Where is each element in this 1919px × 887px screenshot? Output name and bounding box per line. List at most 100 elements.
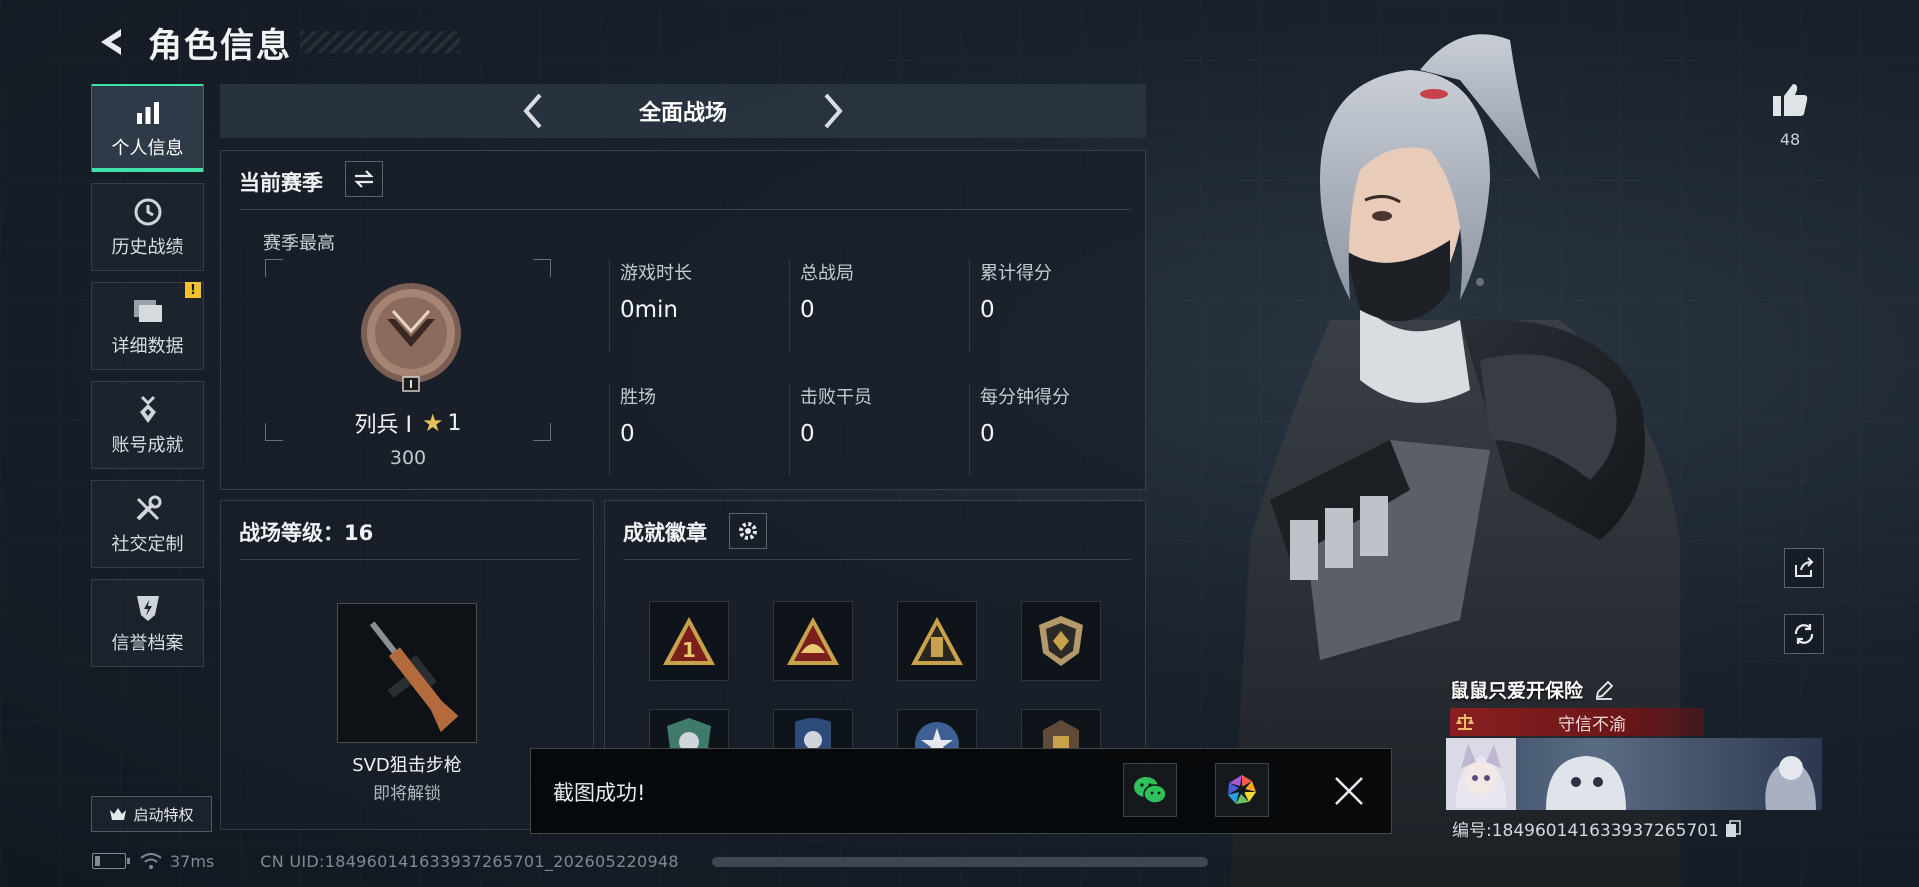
launch-privilege-button[interactable]: 启动特权	[91, 796, 212, 832]
wing-shield-icon	[667, 718, 711, 748]
share-moments-button[interactable]	[1215, 763, 1269, 817]
sidebar-item-achievements[interactable]: 账号成就	[91, 381, 204, 469]
ghost-illustration	[1546, 756, 1816, 810]
gate-emblem-icon	[1043, 720, 1079, 748]
achievements-heading: 成就徽章	[623, 521, 707, 545]
screenshot-toast: 截图成功!	[530, 748, 1392, 834]
weapon-unlock-card[interactable]	[337, 603, 477, 743]
share-wechat-button[interactable]	[1123, 763, 1177, 817]
horizontal-scrollbar[interactable]	[712, 857, 1208, 867]
tower-triangle-icon	[911, 617, 963, 665]
achievement-badge[interactable]: 1	[649, 601, 729, 681]
sidebar-item-social[interactable]: 社交定制	[91, 480, 204, 568]
alert-badge: !	[185, 282, 201, 298]
copy-icon[interactable]	[1725, 819, 1741, 838]
sidebar-item-detailed-data[interactable]: ! 详细数据	[91, 282, 204, 370]
wifi-icon	[140, 853, 162, 869]
star-emblem-icon	[915, 722, 959, 748]
achievement-badge[interactable]	[1021, 601, 1101, 681]
uid-text: CN UID:18496014163393726570­1_2026052209…	[260, 851, 679, 871]
battlefield-level-heading: 战场等级：16	[239, 521, 374, 545]
ping-value: 37ms	[170, 851, 215, 871]
divider	[623, 559, 1131, 560]
stat-label: 累计得分	[980, 263, 1052, 284]
season-best-label: 赛季最高	[263, 233, 335, 254]
stat-label: 游戏时长	[620, 263, 692, 284]
stat-value: 0min	[620, 297, 679, 323]
divider	[239, 559, 579, 560]
credit-badge: 守信不渝	[1450, 708, 1704, 736]
player-name-row: 鼠鼠只爱开保险	[1450, 676, 1615, 703]
like-button[interactable]	[1768, 78, 1812, 122]
achievement-badge[interactable]	[649, 709, 729, 749]
sniper-rifle-icon	[369, 621, 459, 733]
sidebar-item-label: 信誉档案	[111, 633, 184, 654]
season-panel: 当前赛季 赛季最高 列兵 Ⅰ ★ 1 300 游戏时长 0min 总战局 0 累…	[220, 150, 1146, 490]
season-switch-button[interactable]	[345, 161, 383, 197]
page-title: 角色信息	[148, 25, 292, 66]
stat-play-time: 游戏时长 0min	[609, 259, 779, 351]
stat-total-matches: 总战局 0	[789, 259, 959, 351]
sidebar-item-label: 社交定制	[111, 534, 184, 555]
achievement-badge[interactable]	[1021, 709, 1101, 749]
title-decoration	[300, 31, 460, 53]
star-icon: ★	[421, 409, 444, 437]
avatar[interactable]	[1446, 738, 1516, 810]
moments-icon	[1228, 775, 1256, 804]
back-button[interactable]	[90, 20, 134, 64]
wechat-icon	[1134, 777, 1167, 804]
rank-points: 300	[389, 447, 427, 469]
stat-total-score: 累计得分 0	[969, 259, 1139, 351]
badge-settings-button[interactable]	[729, 513, 767, 549]
refresh-button[interactable]	[1784, 614, 1824, 654]
sidebar-item-credit[interactable]: 信誉档案	[91, 579, 204, 667]
sidebar-item-label: 账号成就	[111, 435, 184, 456]
like-count: 48	[1779, 130, 1801, 149]
sidebar-item-personal-info[interactable]: 个人信息	[91, 84, 204, 172]
sidebar-item-history[interactable]: 历史战绩	[91, 183, 204, 271]
stat-score-per-minute: 每分钟得分 0	[969, 383, 1139, 475]
sidebar-item-label: 历史战绩	[111, 237, 184, 258]
avatar-image-icon	[1455, 744, 1507, 808]
achievement-badge[interactable]	[773, 601, 853, 681]
mode-next-button[interactable]	[803, 84, 863, 138]
edit-icon[interactable]	[1593, 679, 1615, 701]
mode-label: 全面战场	[638, 101, 727, 126]
chevron-right-icon	[824, 93, 843, 129]
svg-text:1: 1	[682, 638, 696, 662]
player-banner[interactable]	[1446, 738, 1822, 810]
stat-label: 每分钟得分	[980, 387, 1070, 408]
tools-icon	[131, 492, 165, 526]
share-button[interactable]	[1784, 548, 1824, 588]
stat-value: 0	[980, 297, 995, 323]
achievement-badge[interactable]	[897, 601, 977, 681]
page-header: 角色信息	[90, 16, 460, 68]
frame-corner	[533, 259, 551, 277]
medal-icon	[131, 393, 165, 427]
stat-label: 胜场	[620, 387, 656, 408]
mode-selector: 全面战场	[220, 84, 1146, 138]
helmet-triangle-icon	[787, 617, 839, 665]
stat-value: 0	[800, 297, 815, 323]
share-icon	[1795, 557, 1814, 577]
player-id-row: 编号:18496014163393726570­1	[1452, 816, 1741, 841]
swap-icon	[354, 170, 374, 188]
back-arrow-icon	[101, 29, 121, 55]
folder-icon	[131, 294, 165, 328]
rank-stars: 1	[447, 410, 462, 436]
toast-close-button[interactable]	[1327, 769, 1371, 813]
frame-corner	[265, 259, 283, 277]
scale-icon	[1450, 708, 1480, 736]
achievement-badge[interactable]	[897, 709, 977, 749]
shield-bolt-icon	[131, 591, 165, 625]
sidebar-item-label: 个人信息	[111, 138, 184, 159]
mode-prev-button[interactable]	[503, 84, 563, 138]
chevron-left-icon	[523, 93, 542, 129]
clock-icon	[131, 195, 165, 229]
toast-message: 截图成功!	[553, 781, 646, 805]
achievement-badge[interactable]	[773, 709, 853, 749]
sidebar-item-label: 详细数据	[111, 336, 184, 357]
refresh-icon	[1794, 624, 1814, 644]
stat-value: 0	[980, 421, 995, 447]
police-badge-icon	[795, 718, 831, 748]
